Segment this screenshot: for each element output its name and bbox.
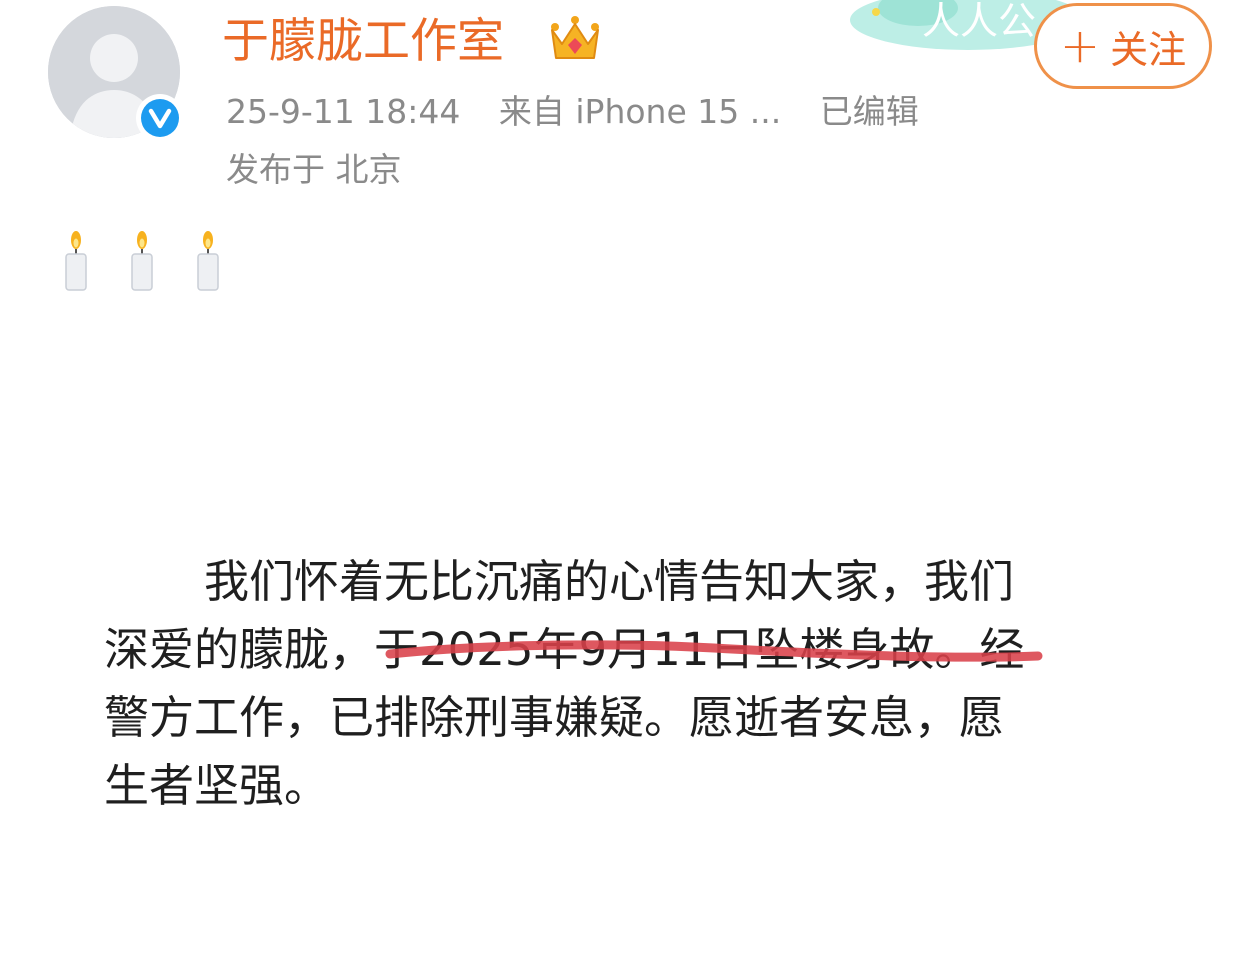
edited-label[interactable]: 已编辑 (820, 92, 919, 131)
crown-icon (551, 16, 599, 59)
post-timestamp[interactable]: 25-9-11 18:44 (226, 92, 460, 131)
candle-emoji-row (58, 230, 238, 292)
follow-label: 关注 (1110, 27, 1187, 72)
verified-check-icon (148, 108, 172, 129)
post-meta: 25-9-11 18:44 来自 iPhone 15 ... 已编辑 (226, 88, 947, 136)
post-source: 来自 iPhone 15 ... (498, 92, 782, 131)
verified-badge (136, 94, 184, 142)
statement-line-text: 我们怀着无比沉痛的心情告知大家，我们 (204, 555, 1015, 608)
statement-body: 我们怀着无比沉痛的心情告知大家，我们 深爱的朦胧，于2025年9月11日坠楼身故… (104, 548, 1144, 820)
statement-line: 警方工作，已排除刑事嫌疑。愿逝者安息，愿 (104, 691, 1005, 744)
candle-icon (65, 231, 87, 291)
candle-icon (197, 231, 219, 291)
account-name[interactable]: 于朦胧工作室 (222, 10, 504, 74)
post-location: 发布于 北京 (226, 150, 402, 189)
candle-icon (131, 231, 153, 291)
follow-button[interactable]: + 关注 (1034, 3, 1212, 89)
post-header: 于朦胧工作室 人人公 + 关注 25-9-11 18:44 来自 iPhone … (0, 0, 1259, 200)
plus-icon: + (1059, 18, 1101, 74)
statement-line: 生者坚强。 (104, 759, 330, 812)
statement-line: 我们怀着无比沉痛的心情告知大家，我们 (104, 548, 1144, 616)
highlight-underline (385, 640, 1043, 662)
banner-text: 人人公 (922, 0, 1036, 43)
